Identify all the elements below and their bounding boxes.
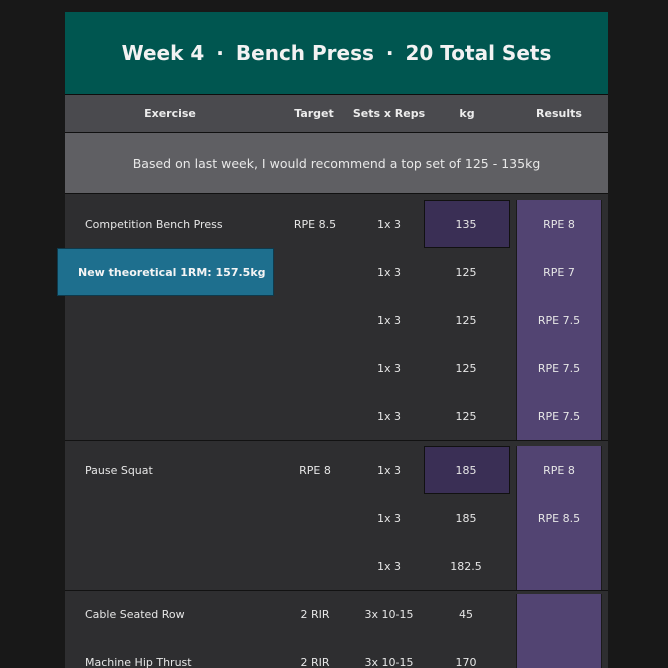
set-result[interactable] (516, 543, 602, 591)
set-result[interactable]: RPE 8.5 (516, 495, 602, 543)
column-header-row: Exercise Target Sets x Reps kg Results (65, 95, 608, 133)
set-kg[interactable]: 125 (424, 249, 508, 297)
set-kg[interactable]: 185 (424, 447, 508, 495)
set-kg[interactable]: 125 (424, 345, 508, 393)
title-separator: · (216, 41, 224, 65)
column-header-kg[interactable]: kg (427, 95, 507, 132)
exercise-name[interactable]: Machine Hip Thrust (85, 639, 275, 668)
set-sets-reps[interactable]: 3x 10-15 (351, 591, 427, 639)
exercise-name[interactable]: Competition Bench Press (85, 201, 275, 249)
set-kg[interactable]: 170 (424, 639, 508, 668)
column-header-target[interactable]: Target (277, 95, 351, 132)
sheet-title: Week 4 · Bench Press · 20 Total Sets (65, 12, 608, 95)
set-sets-reps[interactable]: 1x 3 (351, 249, 427, 297)
set-result[interactable]: RPE 7.5 (516, 345, 602, 393)
set-kg[interactable]: 135 (424, 201, 508, 249)
recommendation-text: Based on last week, I would recommend a … (132, 155, 541, 171)
column-header-exercise[interactable]: Exercise (85, 95, 255, 132)
results-column-accessories (516, 594, 602, 668)
exercise-target[interactable]: 2 RIR (277, 639, 353, 668)
set-sets-reps[interactable]: 1x 3 (351, 495, 427, 543)
column-header-sets-reps[interactable]: Sets x Reps (351, 95, 427, 132)
set-result[interactable]: RPE 7.5 (516, 393, 602, 441)
set-sets-reps[interactable]: 3x 10-15 (351, 639, 427, 668)
title-week: Week 4 (121, 41, 205, 65)
workout-sheet: Week 4 · Bench Press · 20 Total Sets Exe… (65, 12, 608, 668)
set-sets-reps[interactable]: 1x 3 (351, 543, 427, 591)
set-sets-reps[interactable]: 1x 3 (351, 297, 427, 345)
exercise-target[interactable]: RPE 8.5 (277, 201, 353, 249)
set-result[interactable]: RPE 7 (516, 249, 602, 297)
set-kg[interactable]: 45 (424, 591, 508, 639)
set-sets-reps[interactable]: 1x 3 (351, 447, 427, 495)
title-separator: · (385, 41, 394, 65)
title-exercise: Bench Press (235, 41, 374, 65)
set-sets-reps[interactable]: 1x 3 (351, 201, 427, 249)
set-kg[interactable]: 125 (424, 393, 508, 441)
set-kg[interactable]: 182.5 (424, 543, 508, 591)
column-header-results[interactable]: Results (516, 95, 602, 132)
title-total-sets: 20 Total Sets (405, 41, 552, 65)
exercise-target[interactable]: RPE 8 (277, 447, 353, 495)
exercise-name[interactable]: Cable Seated Row (85, 591, 275, 639)
set-kg[interactable]: 125 (424, 297, 508, 345)
exercise-name[interactable]: Pause Squat (85, 447, 275, 495)
recommendation-row: Based on last week, I would recommend a … (65, 133, 608, 194)
set-sets-reps[interactable]: 1x 3 (351, 345, 427, 393)
set-kg[interactable]: 185 (424, 495, 508, 543)
set-result[interactable]: RPE 8 (516, 447, 602, 495)
set-sets-reps[interactable]: 1x 3 (351, 393, 427, 441)
set-result[interactable]: RPE 8 (516, 201, 602, 249)
exercise-target[interactable]: 2 RIR (277, 591, 353, 639)
set-result[interactable]: RPE 7.5 (516, 297, 602, 345)
theoretical-1rm-callout[interactable]: New theoretical 1RM: 157.5kg (57, 248, 274, 296)
